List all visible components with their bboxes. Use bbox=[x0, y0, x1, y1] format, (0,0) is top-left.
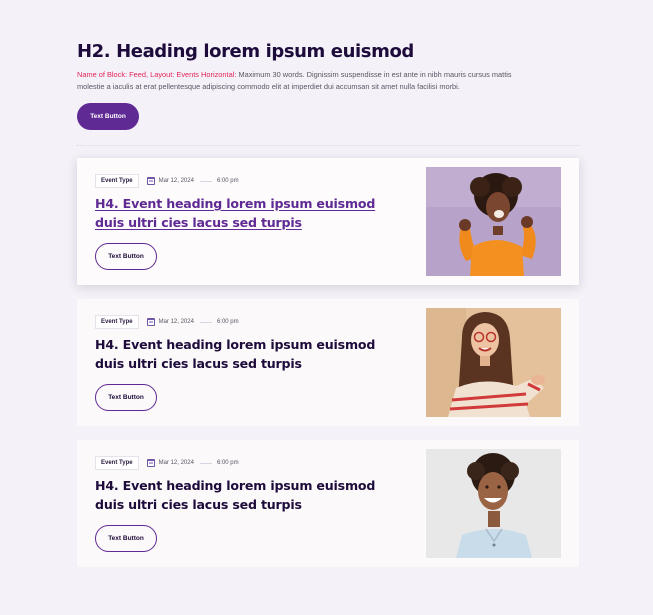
event-time: 6:00 pm bbox=[216, 319, 239, 325]
event-card[interactable]: Event Type Mar 12, 2024 6:00 pm H4. Even… bbox=[77, 158, 579, 285]
event-type-tag: Event Type bbox=[95, 315, 139, 329]
event-meta: Event Type Mar 12, 2024 6:00 pm bbox=[95, 315, 239, 329]
block-description: Name of Block: Feed, Layout: Events Hori… bbox=[77, 69, 517, 92]
block-name-highlight: Name of Block: Feed, Layout: Events Hori… bbox=[77, 70, 237, 79]
divider bbox=[77, 145, 579, 146]
event-text-button[interactable]: Text Button bbox=[95, 243, 157, 270]
calendar-icon bbox=[146, 177, 155, 185]
meta-separator bbox=[199, 462, 212, 464]
block-header: H2. Heading lorem ipsum euismod Name of … bbox=[77, 40, 517, 92]
woman-orange-sweater-photo bbox=[426, 167, 561, 276]
meta-separator bbox=[199, 321, 212, 323]
meta-separator bbox=[199, 180, 212, 182]
event-image[interactable] bbox=[426, 449, 561, 558]
event-image[interactable] bbox=[426, 308, 561, 417]
header-text-button[interactable]: Text Button bbox=[77, 103, 139, 130]
event-card[interactable]: Event Type Mar 12, 2024 6:00 pm H4. Even… bbox=[77, 299, 579, 426]
event-card[interactable]: Event Type Mar 12, 2024 6:00 pm H4. Even… bbox=[77, 440, 579, 567]
event-date: Mar 12, 2024 bbox=[158, 178, 194, 184]
event-title[interactable]: H4. Event heading lorem ipsum euismod du… bbox=[95, 476, 395, 514]
event-date: Mar 12, 2024 bbox=[158, 319, 194, 325]
event-meta: Event Type Mar 12, 2024 6:00 pm bbox=[95, 174, 239, 188]
event-title-link[interactable]: H4. Event heading lorem ipsum euismod du… bbox=[95, 194, 395, 232]
event-type-tag: Event Type bbox=[95, 174, 139, 188]
event-title[interactable]: H4. Event heading lorem ipsum euismod du… bbox=[95, 335, 395, 373]
event-text-button[interactable]: Text Button bbox=[95, 384, 157, 411]
event-image[interactable] bbox=[426, 167, 561, 276]
calendar-icon bbox=[146, 459, 155, 467]
event-meta: Event Type Mar 12, 2024 6:00 pm bbox=[95, 456, 239, 470]
smiling-man-photo bbox=[426, 449, 561, 558]
event-date: Mar 12, 2024 bbox=[158, 460, 194, 466]
woman-glasses-photo bbox=[426, 308, 561, 417]
event-type-tag: Event Type bbox=[95, 456, 139, 470]
calendar-icon bbox=[146, 318, 155, 326]
event-text-button[interactable]: Text Button bbox=[95, 525, 157, 552]
page: H2. Heading lorem ipsum euismod Name of … bbox=[0, 0, 653, 615]
event-time: 6:00 pm bbox=[216, 178, 239, 184]
page-title: H2. Heading lorem ipsum euismod bbox=[77, 41, 414, 62]
event-time: 6:00 pm bbox=[216, 460, 239, 466]
